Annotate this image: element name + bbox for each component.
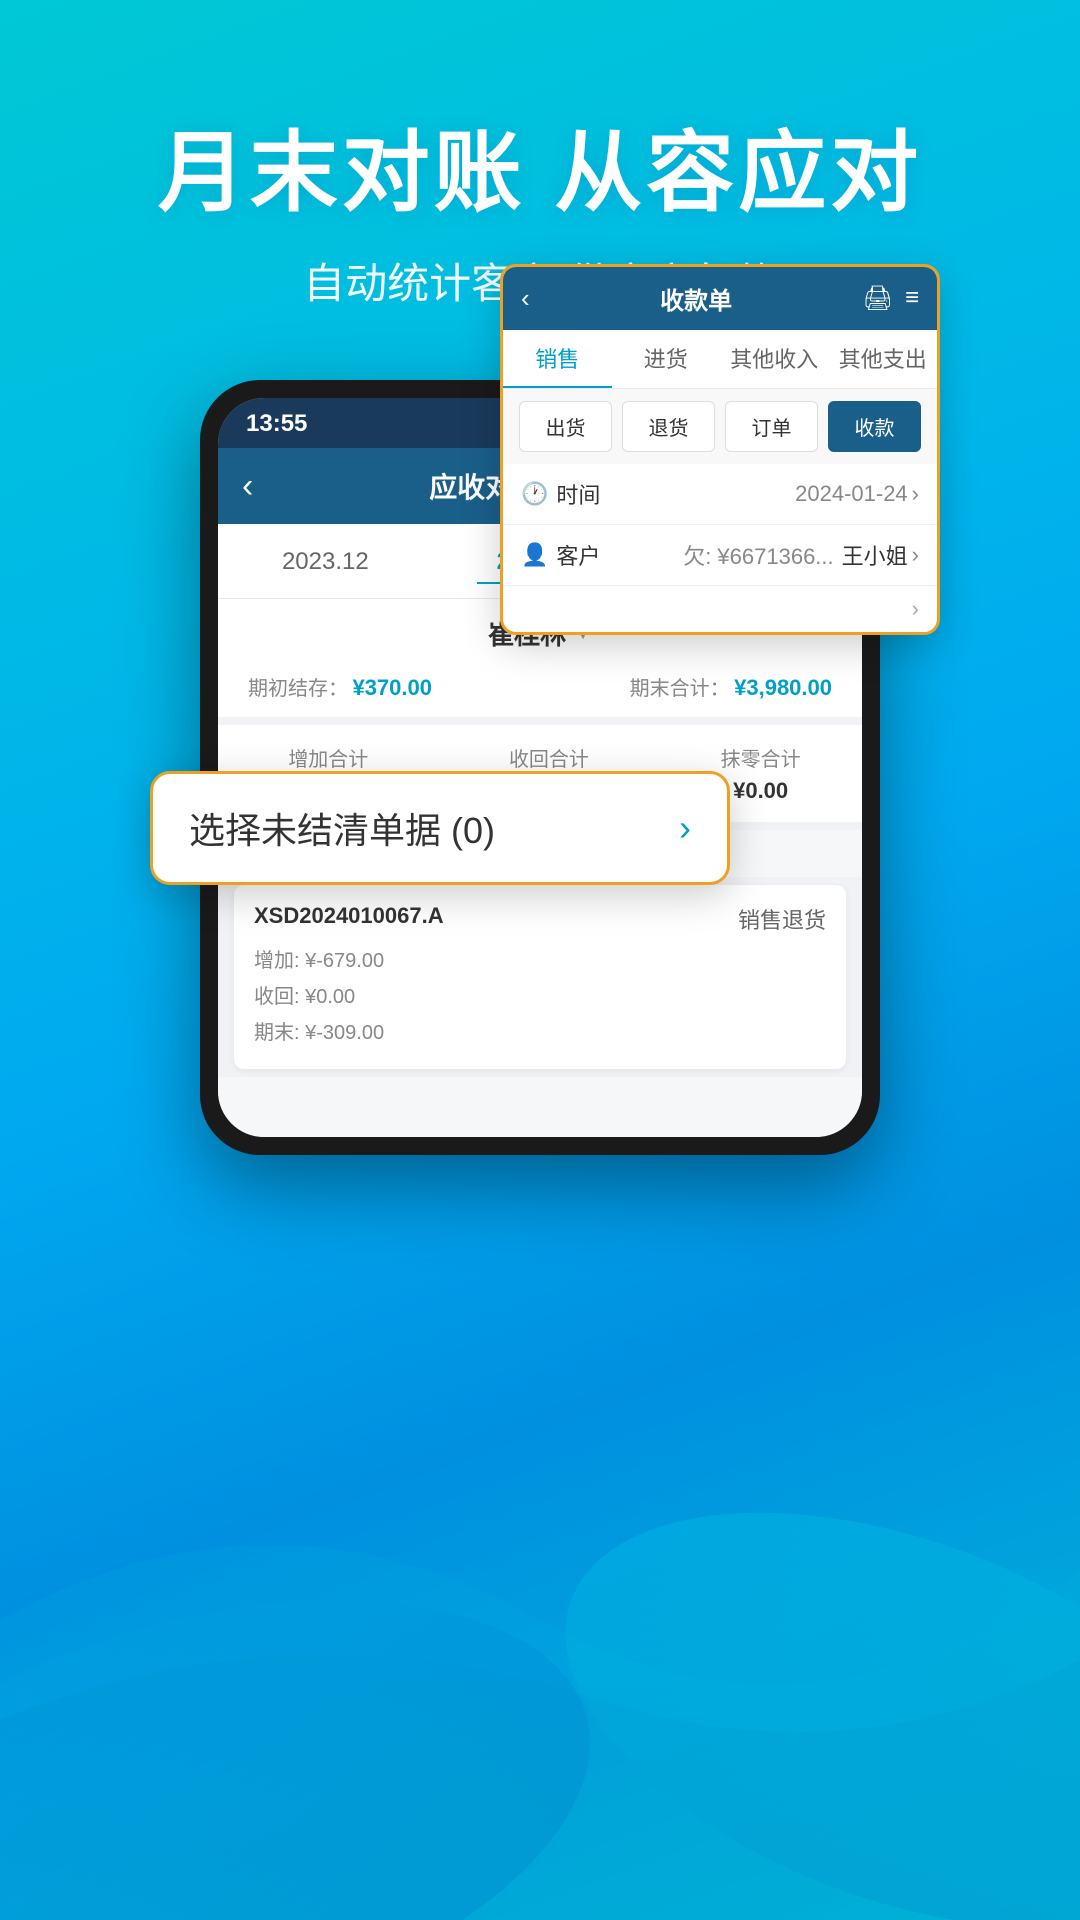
btn-return[interactable]: 退货 [622, 401, 715, 452]
btn-collect[interactable]: 收款 [828, 401, 921, 452]
btn-outgoing[interactable]: 出货 [519, 401, 612, 452]
popup-receipt-header: ‹ 收款单 🖨 ≡ [503, 267, 937, 330]
closing-label: 期末合计： [630, 678, 730, 700]
collect-label: 收回合计 [500, 743, 598, 772]
popup-uncleared[interactable]: 选择未结清单据 (0) › [150, 771, 730, 885]
popup-list-icon[interactable]: ≡ [905, 284, 919, 313]
popup-customer-label: 👤 客户 [521, 539, 600, 571]
transaction-type: 销售退货 [738, 903, 826, 935]
hero-title: 月末对账 从容应对 [0, 120, 1080, 226]
zero-label: 抹零合计 [721, 743, 801, 772]
screen-bottom-space [218, 1077, 862, 1137]
transaction-card[interactable]: XSD2024010067.A 销售退货 增加: ¥-679.00 收回: ¥0… [234, 885, 846, 1069]
tab-other-income[interactable]: 其他收入 [720, 330, 829, 388]
uncleared-text: 选择未结清单据 (0) [189, 802, 495, 854]
popup-customer-value: 欠: ¥6671366... 王小姐 › [683, 539, 919, 571]
popup-back-icon[interactable]: ‹ [521, 283, 530, 314]
tab-purchase[interactable]: 进货 [612, 330, 721, 388]
btn-order[interactable]: 订单 [725, 401, 818, 452]
opening-label: 期初结存： [248, 678, 348, 700]
popup-time-field[interactable]: 🕐 时间 2024-01-24 › [503, 464, 937, 525]
transaction-details: 增加: ¥-679.00 收回: ¥0.00 期末: ¥-309.00 [254, 943, 826, 1051]
popup-time-value: 2024-01-24 › [795, 481, 919, 507]
chevron-right-time-icon: › [912, 481, 919, 507]
chevron-right-customer-icon: › [912, 542, 919, 568]
chevron-right-more-icon: › [912, 596, 919, 622]
month-tab-prev[interactable]: 2023.12 [262, 542, 389, 584]
tab-other-expense[interactable]: 其他支出 [829, 330, 938, 388]
popup-time-label: 🕐 时间 [521, 478, 600, 510]
popup-receipt-title: 收款单 [660, 281, 732, 316]
zero-value: ¥0.00 [721, 778, 801, 804]
popup-receipt: ‹ 收款单 🖨 ≡ 销售 进货 其他收入 其他支出 出货 退货 订单 收款 🕐 … [500, 264, 940, 635]
closing-balance: 期末合计： ¥3,980.00 [630, 672, 832, 701]
opening-balance: 期初结存： ¥370.00 [248, 672, 432, 701]
opening-value: ¥370.00 [352, 675, 432, 700]
popup-header-icons: 🖨 ≡ [863, 284, 919, 313]
popup-customer-field[interactable]: 👤 客户 欠: ¥6671366... 王小姐 › [503, 525, 937, 586]
closing-value: ¥3,980.00 [734, 675, 832, 700]
status-time: 13:55 [246, 410, 307, 438]
summary-row: 期初结存： ¥370.00 期末合计： ¥3,980.00 [218, 662, 862, 725]
tab-sales[interactable]: 销售 [503, 330, 612, 388]
transaction-collect: 收回: ¥0.00 [254, 979, 826, 1015]
phone-mockup: 13:55 🔵 ⓑ ₀K/s ▐▐▐ ▐▐▐ 66 ‹ 应收对账单 ▼ [200, 380, 880, 1155]
transaction-increase: 增加: ¥-679.00 [254, 943, 826, 979]
popup-action-buttons: 出货 退货 订单 收款 [503, 389, 937, 464]
zero-stat: 抹零合计 ¥0.00 [721, 743, 801, 804]
transaction-id: XSD2024010067.A [254, 903, 444, 935]
popup-print-icon[interactable]: 🖨 [863, 284, 893, 313]
back-icon[interactable]: ‹ [242, 467, 253, 506]
transaction-closing: 期末: ¥-309.00 [254, 1015, 826, 1051]
popup-more-row: › [503, 586, 937, 632]
increase-label: 增加合计 [279, 743, 377, 772]
clock-icon: 🕐 [521, 481, 548, 507]
transaction-header: XSD2024010067.A 销售退货 [254, 903, 826, 935]
person-icon: 👤 [521, 542, 548, 568]
popup-receipt-tabs: 销售 进货 其他收入 其他支出 [503, 330, 937, 389]
uncleared-arrow-icon: › [679, 807, 691, 849]
